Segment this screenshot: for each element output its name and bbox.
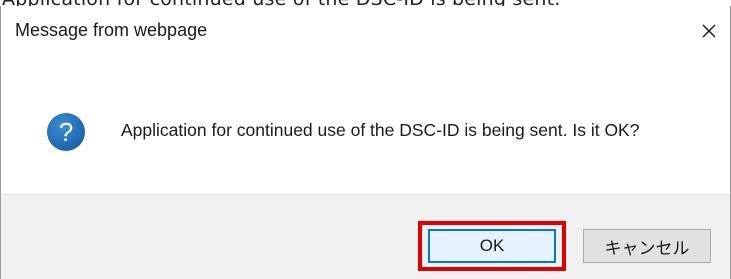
close-icon xyxy=(702,24,716,38)
message-dialog: Message from webpage ? Application for c… xyxy=(0,6,731,279)
svg-text:?: ? xyxy=(59,117,73,147)
dialog-message: Application for continued use of the DSC… xyxy=(121,120,640,140)
cancel-button[interactable]: キャンセル xyxy=(583,229,711,263)
dialog-titlebar[interactable]: Message from webpage xyxy=(1,6,730,56)
close-button[interactable] xyxy=(692,14,726,48)
dialog-title: Message from webpage xyxy=(15,20,208,40)
ok-button[interactable]: OK xyxy=(428,229,556,263)
dialog-content: ? Application for continued use of the D… xyxy=(1,56,730,194)
dialog-button-bar: OK キャンセル xyxy=(1,194,730,279)
screenshot-stage: Application for continued use of the DSC… xyxy=(0,0,731,279)
question-icon: ? xyxy=(47,113,85,151)
